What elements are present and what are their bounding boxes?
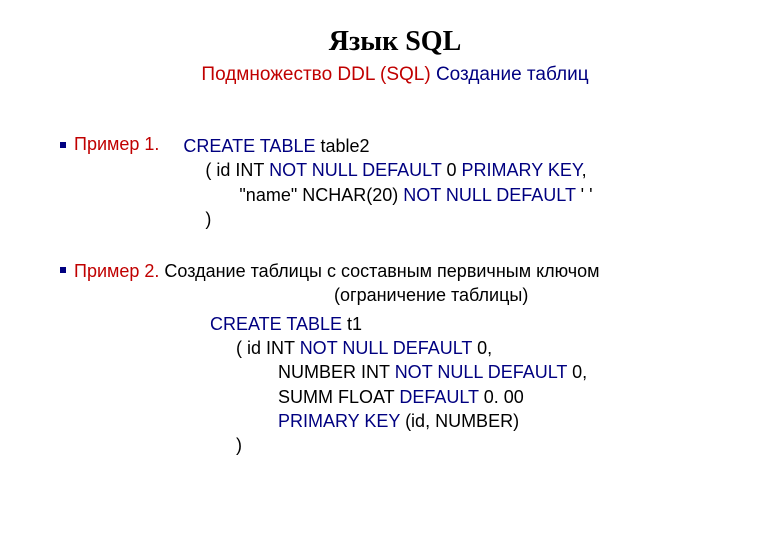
text: ( id INT	[205, 160, 269, 180]
text: )	[236, 435, 242, 455]
code-line: "name" NCHAR(20) NOT NULL DEFAULT ' '	[183, 183, 592, 207]
text: 0,	[572, 362, 587, 382]
text: (id, NUMBER)	[405, 411, 519, 431]
code-line: NUMBER INT NOT NULL DEFAULT 0,	[210, 360, 730, 384]
example-1-label: Пример 1.	[74, 134, 159, 155]
subtitle: Подмножество DDL (SQL) Создание таблиц	[60, 64, 730, 86]
slide: Язык SQL Подмножество DDL (SQL) Создание…	[0, 0, 780, 478]
code-line: PRIMARY KEY (id, NUMBER)	[210, 409, 730, 433]
example-2-code: CREATE TABLE t1 ( id INT NOT NULL DEFAUL…	[210, 312, 730, 458]
text: t1	[347, 314, 362, 334]
page-title: Язык SQL	[60, 26, 730, 58]
example-1: Пример 1. CREATE TABLE table2 ( id INT N…	[60, 134, 730, 231]
text: ,	[582, 160, 587, 180]
example-2: Пример 2. Создание таблицы с составным п…	[60, 259, 730, 308]
subtitle-red: Подмножество DDL (SQL)	[201, 64, 430, 85]
code-line: ( id INT NOT NULL DEFAULT 0,	[210, 336, 730, 360]
keyword: CREATE TABLE	[183, 136, 320, 156]
text: Создание таблицы с составным первичным к…	[159, 261, 599, 281]
text: ' '	[581, 185, 593, 205]
keyword: PRIMARY KEY	[462, 160, 582, 180]
text: ( id INT	[236, 338, 300, 358]
code-line: SUMM FLOAT DEFAULT 0. 00	[210, 385, 730, 409]
example-2-note: (ограничение таблицы)	[74, 283, 600, 307]
text: 0	[447, 160, 462, 180]
keyword: DEFAULT	[399, 387, 483, 407]
text: 0,	[477, 338, 492, 358]
example-1-body: CREATE TABLE table2 ( id INT NOT NULL DE…	[183, 134, 592, 231]
bullet-icon	[60, 142, 66, 148]
text: 0. 00	[484, 387, 524, 407]
text: SUMM FLOAT	[278, 387, 399, 407]
keyword: NOT NULL DEFAULT	[403, 185, 580, 205]
subtitle-navy: Создание таблиц	[431, 64, 589, 85]
code-line: CREATE TABLE t1	[210, 312, 730, 336]
code-line: ( id INT NOT NULL DEFAULT 0 PRIMARY KEY,	[183, 158, 592, 182]
code-line: )	[183, 207, 592, 231]
bullet-icon	[60, 267, 66, 273]
keyword: CREATE TABLE	[210, 314, 347, 334]
code-line: )	[210, 433, 730, 457]
example-2-body: Пример 2. Создание таблицы с составным п…	[74, 259, 600, 308]
keyword: NOT NULL DEFAULT	[269, 160, 446, 180]
text: NUMBER INT	[278, 362, 395, 382]
keyword: PRIMARY KEY	[278, 411, 405, 431]
text: )	[205, 209, 211, 229]
text: table2	[320, 136, 369, 156]
keyword: NOT NULL DEFAULT	[395, 362, 572, 382]
text: "name" NCHAR(20)	[239, 185, 403, 205]
code-line: CREATE TABLE table2	[183, 134, 592, 158]
example-2-label: Пример 2.	[74, 261, 159, 281]
keyword: NOT NULL DEFAULT	[300, 338, 477, 358]
